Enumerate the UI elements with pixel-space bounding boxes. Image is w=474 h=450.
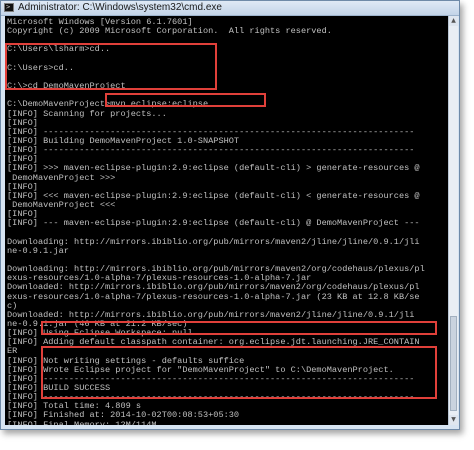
terminal-line: [INFO] ---------------------------------… (7, 126, 415, 137)
terminal-line: exus-resources/1.0-alpha-7/plexus-resour… (7, 291, 420, 302)
terminal-line: [INFO] Total time: 4.809 s (7, 401, 142, 412)
terminal-line: [INFO] >>> maven-eclipse-plugin:2.9:ecli… (7, 163, 420, 174)
terminal-line: [INFO] (7, 181, 38, 192)
title-bar[interactable]: > Administrator: C:\Windows\system32\cmd… (1, 1, 459, 16)
terminal-line: c) (7, 300, 18, 311)
terminal-line: ne-0.9.1.jar (7, 245, 69, 256)
highlight-mvn-command (105, 93, 266, 107)
highlight-build-summary (41, 346, 437, 399)
window-title: Administrator: C:\Windows\system32\cmd.e… (18, 2, 222, 13)
terminal-line: Downloading: http://mirrors.ibiblio.org/… (7, 264, 425, 275)
terminal-line: exus-resources/1.0-alpha-7/plexus-resour… (7, 273, 312, 284)
scroll-down-icon[interactable]: ▼ (449, 415, 458, 425)
terminal-line: [INFO] --- maven-eclipse-plugin:2.9:ecli… (7, 218, 420, 229)
terminal-line: [INFO] (7, 154, 38, 165)
scroll-thumb[interactable] (450, 316, 457, 411)
terminal-line: DemoMavenProject <<< (7, 200, 116, 210)
terminal-line: [INFO] Finished at: 2014-10-02T00:08:53+… (7, 410, 240, 421)
terminal-line: [INFO] (7, 209, 38, 220)
cmd-window: > Administrator: C:\Windows\system32\cmd… (0, 0, 460, 430)
terminal-line: Copyright (c) 2009 Microsoft Corporation… (7, 26, 332, 37)
vertical-scrollbar[interactable]: ▲ ▼ (448, 16, 458, 425)
terminal-line: Downloaded: http://mirrors.ibiblio.org/p… (7, 309, 415, 320)
terminal-line: Microsoft Windows [Version 6.1.7601] (7, 17, 193, 27)
terminal-output[interactable]: C:\DemoMavenProject>_[INFO] ------------… (5, 16, 448, 425)
terminal-line: [INFO] <<< maven-eclipse-plugin:2.9:ecli… (7, 190, 420, 201)
terminal-line: Downloading: http://mirrors.ibiblio.org/… (7, 236, 420, 247)
highlight-cd-commands (5, 43, 217, 90)
scroll-up-icon[interactable]: ▲ (449, 16, 458, 26)
highlight-wrote-project (41, 321, 437, 335)
cmd-icon: > (4, 3, 14, 12)
terminal-line: [INFO] Scanning for projects... (7, 108, 167, 119)
terminal-line: DemoMavenProject >>> (7, 172, 116, 183)
terminal-line: Downloaded: http://mirrors.ibiblio.org/p… (7, 282, 420, 293)
terminal-line: ER (7, 346, 18, 357)
terminal-line: [INFO] ---------------------------------… (7, 145, 415, 156)
terminal-line: [INFO] Building DemoMavenProject 1.0-SNA… (7, 135, 240, 146)
terminal-line: [INFO] (7, 117, 38, 128)
